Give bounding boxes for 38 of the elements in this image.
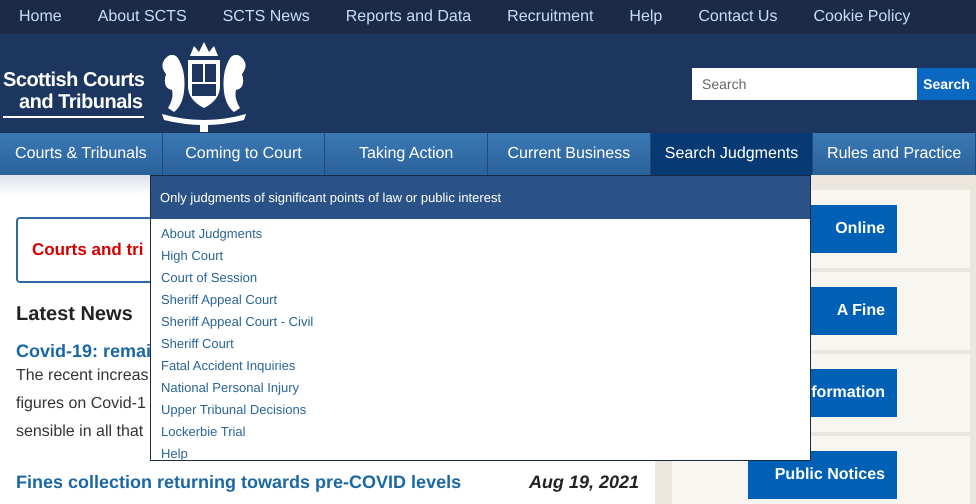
nav-tab[interactable]: Courts & Tribunals bbox=[0, 133, 163, 175]
dropdown-header: Only judgments of significant points of law or public interest bbox=[151, 176, 810, 219]
dropdown-item[interactable]: Fatal Accident Inquiries bbox=[161, 355, 296, 377]
search-button[interactable]: Search bbox=[917, 68, 976, 100]
top-nav-link[interactable]: Reports and Data bbox=[346, 8, 472, 26]
alert-text: Courts and tri bbox=[32, 240, 144, 260]
top-nav-link[interactable]: About SCTS bbox=[98, 8, 187, 26]
top-nav-link[interactable]: Help bbox=[629, 8, 662, 26]
top-nav-link[interactable]: Contact Us bbox=[698, 8, 778, 26]
dropdown-item[interactable]: National Personal Injury bbox=[161, 377, 300, 399]
top-nav-link[interactable]: Home bbox=[19, 8, 62, 26]
dropdown-item[interactable]: Help bbox=[161, 443, 188, 465]
nav-tab[interactable]: Current Business bbox=[488, 133, 651, 175]
dropdown-item[interactable]: Sheriff Appeal Court bbox=[161, 289, 278, 311]
article-text: figures on Covid-1 bbox=[16, 394, 146, 414]
article-title-link[interactable]: Fines collection returning towards pre-COVID levels bbox=[16, 472, 462, 493]
section-heading: Latest News bbox=[16, 303, 133, 326]
top-nav-link[interactable]: Cookie Policy bbox=[813, 8, 910, 26]
search-field[interactable]: Search bbox=[692, 68, 917, 100]
top-nav-link[interactable]: Recruitment bbox=[507, 8, 594, 26]
site-logo-text[interactable]: Scottish Courts and Tribunals bbox=[3, 69, 144, 118]
nav-tab[interactable]: Search Judgments bbox=[650, 133, 814, 175]
dropdown-item[interactable]: Sheriff Appeal Court - Civil bbox=[161, 311, 314, 333]
dropdown-item[interactable]: Sheriff Court bbox=[161, 333, 234, 355]
nav-tab[interactable]: Coming to Court bbox=[162, 133, 326, 175]
article-text: sensible in all that bbox=[16, 422, 144, 442]
dropdown-item[interactable]: Lockerbie Trial bbox=[161, 421, 246, 443]
top-nav-link[interactable]: SCTS News bbox=[222, 8, 310, 26]
nav-tab[interactable]: Rules and Practice bbox=[813, 133, 976, 175]
sidebar-button[interactable]: Public Notices bbox=[748, 451, 897, 499]
nav-tab[interactable]: Taking Action bbox=[325, 133, 488, 175]
dropdown-item[interactable]: About Judgments bbox=[161, 223, 262, 245]
article-title-link[interactable]: Covid-19: remai bbox=[16, 341, 152, 362]
article-text: The recent increas bbox=[16, 366, 149, 386]
dropdown-item[interactable]: Court of Session bbox=[161, 267, 258, 289]
dropdown-item[interactable]: High Court bbox=[161, 245, 224, 267]
article-date: Aug 19, 2021 bbox=[528, 472, 639, 493]
dropdown-item[interactable]: Upper Tribunal Decisions bbox=[161, 399, 306, 421]
